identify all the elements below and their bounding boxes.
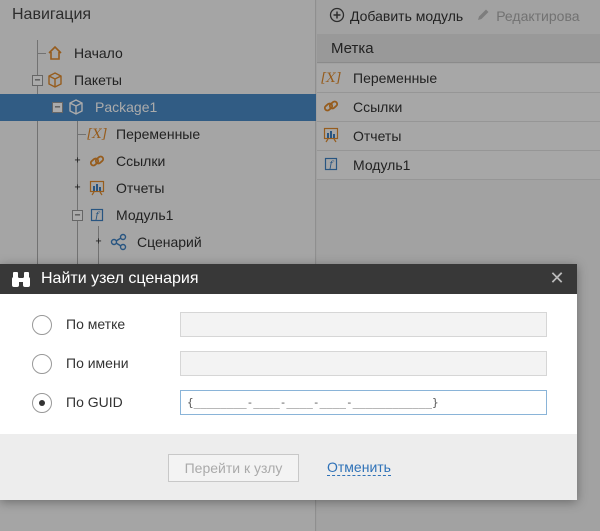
cancel-link[interactable]: Отменить	[327, 459, 391, 476]
option-by-name: По имени	[0, 351, 577, 377]
by-label-radio[interactable]	[32, 315, 52, 335]
find-node-dialog: Найти узел сценария ✕ По метке По имени …	[0, 264, 577, 500]
by-name-input[interactable]	[180, 351, 547, 376]
dialog-body: По метке По имени По GUID {________-____…	[0, 294, 577, 434]
close-icon[interactable]: ✕	[547, 268, 567, 288]
option-by-label: По метке	[0, 312, 577, 338]
by-guid-input[interactable]: {________-____-____-____-____________}	[180, 390, 547, 415]
by-label-input[interactable]	[180, 312, 547, 337]
dialog-footer: Перейти к узлу Отменить	[0, 434, 577, 500]
option-by-guid: По GUID {________-____-____-____-_______…	[0, 390, 577, 416]
by-label-label: По метке	[66, 316, 126, 332]
dialog-titlebar[interactable]: Найти узел сценария ✕	[0, 264, 577, 294]
go-to-node-button[interactable]: Перейти к узлу	[168, 454, 299, 482]
by-name-label: По имени	[66, 355, 129, 371]
by-guid-label: По GUID	[66, 394, 123, 410]
by-guid-radio[interactable]	[32, 393, 52, 413]
dialog-title: Найти узел сценария	[41, 270, 199, 287]
binoculars-icon	[11, 270, 31, 288]
by-name-radio[interactable]	[32, 354, 52, 374]
